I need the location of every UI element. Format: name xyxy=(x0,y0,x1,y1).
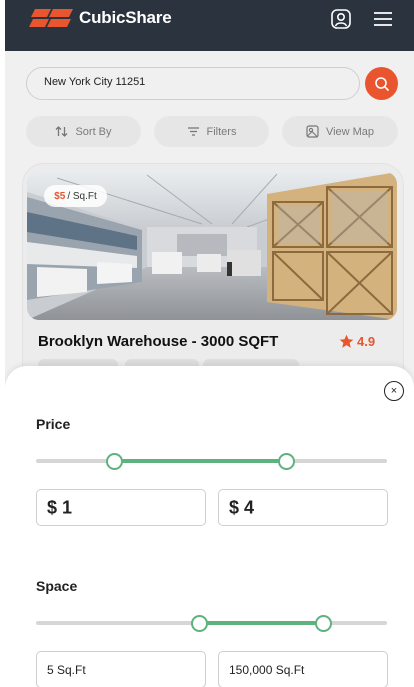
space-max-value: 150,000 Sq.Ft xyxy=(229,662,305,677)
space-max-field[interactable]: 150,000 Sq.Ft xyxy=(218,651,388,687)
view-map-label: View Map xyxy=(325,125,375,138)
listing-rating: 4.9 xyxy=(339,334,375,349)
search-bar xyxy=(26,67,360,100)
space-max-handle[interactable] xyxy=(315,614,333,632)
listing-title[interactable]: Brooklyn Warehouse - 3000 SQFT xyxy=(38,333,278,350)
view-map-button[interactable]: View Map xyxy=(282,116,398,147)
space-min-field[interactable]: 5 Sq.Ft xyxy=(36,651,206,687)
sort-by-button[interactable]: Sort By xyxy=(26,116,141,147)
price-range-slider[interactable] xyxy=(36,452,387,470)
sort-icon xyxy=(55,126,68,137)
filters-button[interactable]: Filters xyxy=(154,116,269,147)
price-value: $5 xyxy=(54,190,66,202)
top-bar: CubicShare xyxy=(5,0,414,51)
price-max-field[interactable]: $ 4 xyxy=(218,489,388,526)
space-range-fill xyxy=(199,621,324,625)
space-section-title: Space xyxy=(36,578,78,594)
search-button[interactable] xyxy=(365,67,398,100)
rating-value: 4.9 xyxy=(357,334,376,349)
star-icon xyxy=(339,334,354,348)
close-icon: × xyxy=(390,385,398,397)
price-min-field[interactable]: $ 1 xyxy=(36,489,206,526)
app-screen: CubicShare Sort By xyxy=(5,0,414,687)
search-icon xyxy=(374,76,389,91)
price-range-fill xyxy=(114,459,287,463)
price-section-title: Price xyxy=(36,416,71,432)
brand-logo[interactable]: CubicShare xyxy=(29,8,172,28)
price-max-handle[interactable] xyxy=(278,452,296,470)
filter-icon xyxy=(187,127,199,136)
logo-mark-icon xyxy=(29,9,73,27)
filter-sheet xyxy=(5,366,414,687)
brand-name: CubicShare xyxy=(79,8,172,27)
hamburger-menu-icon[interactable] xyxy=(372,8,394,30)
space-range-slider[interactable] xyxy=(36,614,387,632)
price-min-handle[interactable] xyxy=(106,452,124,470)
search-input[interactable] xyxy=(44,76,344,88)
price-per-sqft-badge: $5 / Sq.Ft xyxy=(44,185,107,207)
close-button[interactable]: × xyxy=(384,381,404,401)
sort-by-label: Sort By xyxy=(75,125,112,138)
price-min-value: $ 1 xyxy=(47,497,73,517)
map-icon xyxy=(306,125,319,138)
price-unit: / Sq.Ft xyxy=(67,190,97,202)
space-min-value: 5 Sq.Ft xyxy=(47,662,86,677)
filters-label: Filters xyxy=(206,125,237,138)
user-icon[interactable] xyxy=(330,8,352,30)
space-min-handle[interactable] xyxy=(190,614,208,632)
price-max-value: $ 4 xyxy=(229,497,255,517)
